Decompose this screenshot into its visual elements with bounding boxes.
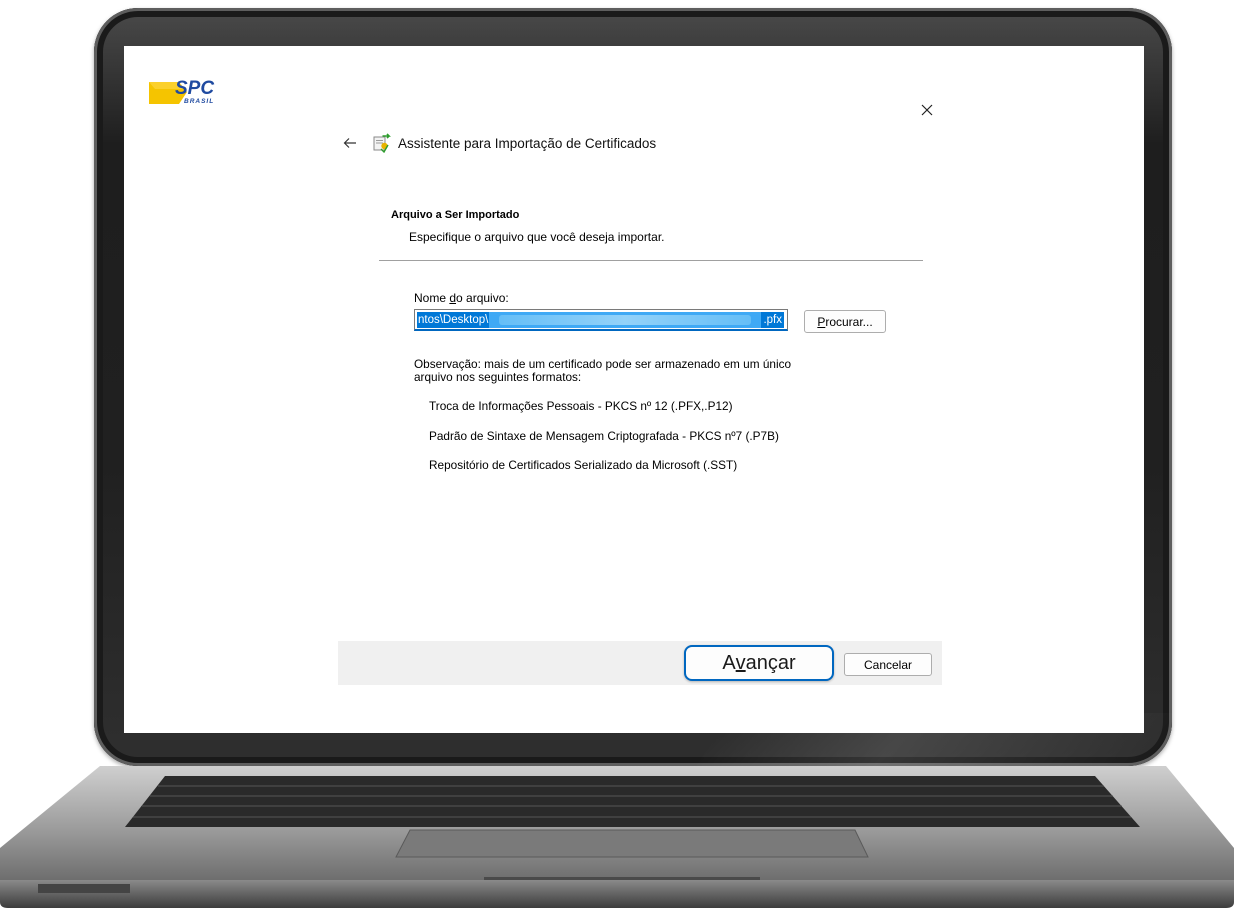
format-item: Repositório de Certificados Serializado … — [429, 458, 738, 472]
page-subheading: Especifique o arquivo que você deseja im… — [409, 230, 665, 244]
close-button[interactable] — [914, 97, 940, 123]
next-accelerator: v — [735, 651, 746, 674]
label-text: Nome — [414, 291, 450, 305]
certificate-import-icon — [373, 133, 391, 153]
close-icon — [921, 104, 933, 116]
logo-text: SPC — [175, 78, 214, 99]
header-divider — [379, 260, 923, 261]
wizard-footer: Av ançar Cancelar — [338, 641, 942, 685]
spc-brasil-logo: SPC BRASIL — [149, 78, 214, 105]
page-heading: Arquivo a Ser Importado — [391, 209, 520, 221]
file-name-label: Nome do arquivo: — [414, 291, 509, 305]
laptop-frame: SPC BRASIL Assistente para Importação de… — [0, 0, 1234, 908]
label-text: o arquivo: — [456, 291, 509, 305]
selected-path-prefix: ntos\Desktop\ — [417, 311, 490, 328]
cancel-button[interactable]: Cancelar — [844, 653, 932, 676]
next-label: ançar — [745, 651, 796, 674]
laptop-screen: SPC BRASIL Assistente para Importação de… — [124, 46, 1144, 733]
format-item: Troca de Informações Pessoais - PKCS nº … — [429, 399, 733, 413]
selected-path-suffix: .pfx — [761, 311, 784, 328]
next-button[interactable]: Av ançar — [684, 645, 834, 681]
logo-subtext: BRASIL — [184, 98, 214, 105]
wizard-title-bar: Assistente para Importação de Certificad… — [340, 132, 656, 154]
redacted-path-segment — [489, 311, 762, 328]
back-button[interactable] — [340, 133, 360, 153]
browse-button[interactable]: Procurar... — [804, 310, 886, 333]
browse-accelerator: P — [817, 314, 826, 329]
browse-label: rocurar... — [825, 314, 873, 329]
arrow-left-icon — [343, 138, 356, 148]
wizard-title: Assistente para Importação de Certificad… — [398, 135, 657, 151]
laptop-base — [0, 766, 1234, 908]
file-name-input[interactable]: ntos\Desktop\ .pfx — [414, 309, 788, 331]
next-label: A — [722, 651, 736, 674]
formats-note: Observação: mais de um certificado pode … — [414, 357, 792, 384]
format-item: Padrão de Sintaxe de Mensagem Criptograf… — [429, 429, 779, 443]
